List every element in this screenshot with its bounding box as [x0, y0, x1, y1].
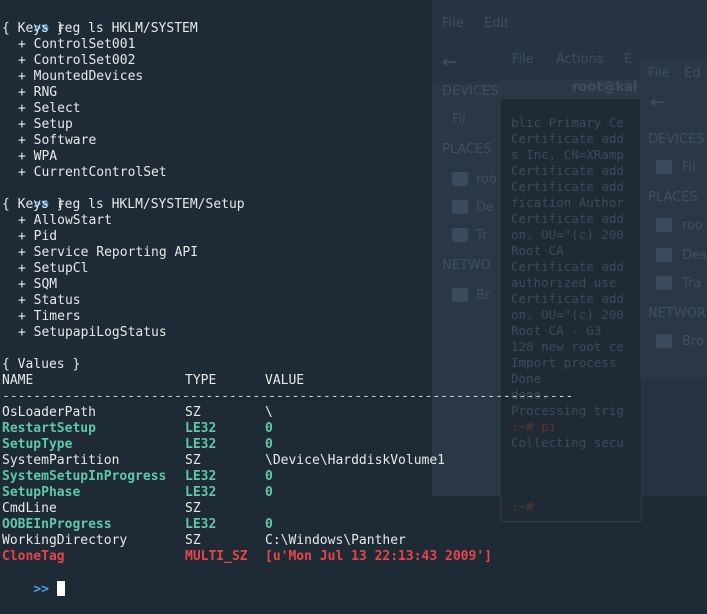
value-value: 0	[265, 517, 273, 532]
registry-key: + ControlSet001	[2, 37, 135, 53]
column-header-value: VALUE	[265, 373, 305, 388]
value-value: 0	[265, 437, 273, 452]
registry-key: + Status	[2, 293, 81, 309]
value-type: LE32	[185, 437, 217, 452]
registry-key: + Setup	[2, 117, 73, 133]
registry-key: + Select	[2, 101, 81, 117]
key-name: Setup	[33, 117, 73, 132]
key-name: Timers	[33, 309, 81, 324]
key-prefix: +	[18, 149, 34, 164]
key-prefix: +	[18, 53, 34, 68]
value-name: SetupType	[2, 437, 73, 452]
key-name: ControlSet001	[33, 37, 136, 52]
value-value: \Device\HarddiskVolume1	[265, 453, 446, 468]
key-name: WPA	[33, 149, 58, 164]
key-prefix: +	[18, 101, 34, 116]
column-header-name: NAME	[2, 373, 34, 388]
terminal-output[interactable]: >> reg ls HKLM/SYSTEM { Keys } + Control…	[0, 0, 707, 597]
key-prefix: +	[18, 293, 34, 308]
value-type: SZ	[185, 453, 201, 468]
value-type: MULTI_SZ	[185, 549, 248, 564]
key-prefix: +	[18, 213, 34, 228]
values-column-headers: NAME TYPE VALUE	[2, 373, 304, 389]
command-text: reg ls HKLM/SYSTEM	[56, 21, 198, 36]
registry-key: + AllowStart	[2, 213, 112, 229]
key-name: Status	[33, 293, 81, 308]
registry-key: + SetupCl	[2, 261, 88, 277]
value-name: CloneTag	[2, 549, 65, 564]
registry-key: + Software	[2, 133, 96, 149]
value-name: RestartSetup	[2, 421, 96, 436]
keys-header: { Keys }	[2, 197, 65, 212]
values-header: { Values }	[2, 357, 81, 372]
text-cursor	[56, 581, 65, 596]
key-prefix: +	[18, 309, 34, 324]
value-name: OsLoaderPath	[2, 405, 96, 420]
key-prefix: +	[18, 325, 34, 340]
registry-key: + SetupapiLogStatus	[2, 325, 167, 341]
key-name: SetupapiLogStatus	[33, 325, 167, 340]
key-name: SetupCl	[33, 261, 89, 276]
value-name: OOBEInProgress	[2, 517, 112, 532]
column-header-type: TYPE	[185, 373, 217, 388]
registry-key: + Pid	[2, 229, 57, 245]
key-name: ControlSet002	[33, 53, 136, 68]
value-value: [u'Mon Jul 13 22:13:43 2009']	[265, 549, 492, 564]
registry-key: + ControlSet002	[2, 53, 135, 69]
key-prefix: +	[18, 261, 34, 276]
key-prefix: +	[18, 229, 34, 244]
value-name: WorkingDirectory	[2, 533, 128, 548]
value-type: LE32	[185, 421, 217, 436]
key-prefix: +	[18, 85, 34, 100]
key-prefix: +	[18, 117, 34, 132]
registry-key: + Service Reporting API	[2, 245, 198, 261]
command-line: >> reg ls HKLM/SYSTEM	[2, 5, 197, 36]
registry-key: + WPA	[2, 149, 57, 165]
key-prefix: +	[18, 165, 34, 180]
separator: ----------------------------------------…	[2, 389, 574, 404]
value-name: CmdLine	[2, 501, 57, 516]
value-type: LE32	[185, 469, 217, 484]
keys-header: { Keys }	[2, 21, 65, 36]
value-name: SystemSetupInProgress	[2, 469, 167, 484]
key-name: RNG	[33, 85, 58, 100]
key-name: Select	[33, 101, 81, 116]
value-value: 0	[265, 421, 273, 436]
key-prefix: +	[18, 277, 34, 292]
key-name: MountedDevices	[33, 69, 144, 84]
value-value: C:\Windows\Panther	[265, 533, 406, 548]
value-value: 0	[265, 485, 273, 500]
key-name: SQM	[33, 277, 58, 292]
value-type: SZ	[185, 405, 201, 420]
active-prompt-line[interactable]: >>	[2, 565, 65, 597]
command-text: reg ls HKLM/SYSTEM/Setup	[56, 197, 245, 212]
command-line: >> reg ls HKLM/SYSTEM/Setup	[2, 181, 244, 212]
value-type: LE32	[185, 517, 217, 532]
key-name: Service Reporting API	[33, 245, 199, 260]
registry-key: + SQM	[2, 277, 57, 293]
value-name: SystemPartition	[2, 453, 120, 468]
value-name: SetupPhase	[2, 485, 81, 500]
key-name: Software	[33, 133, 97, 148]
key-prefix: +	[18, 37, 34, 52]
key-name: AllowStart	[33, 213, 112, 228]
value-type: SZ	[185, 533, 201, 548]
value-value: 0	[265, 469, 273, 484]
registry-key: + MountedDevices	[2, 69, 143, 85]
value-type: LE32	[185, 485, 217, 500]
registry-key: + RNG	[2, 85, 57, 101]
key-name: Pid	[33, 229, 58, 244]
registry-key: + Timers	[2, 309, 81, 325]
registry-key: + CurrentControlSet	[2, 165, 167, 181]
key-prefix: +	[18, 69, 34, 84]
value-value: \	[265, 405, 273, 420]
value-type: SZ	[185, 501, 201, 516]
key-name: CurrentControlSet	[33, 165, 167, 180]
key-prefix: +	[18, 245, 34, 260]
prompt-icon: >>	[33, 582, 49, 597]
key-prefix: +	[18, 133, 34, 148]
